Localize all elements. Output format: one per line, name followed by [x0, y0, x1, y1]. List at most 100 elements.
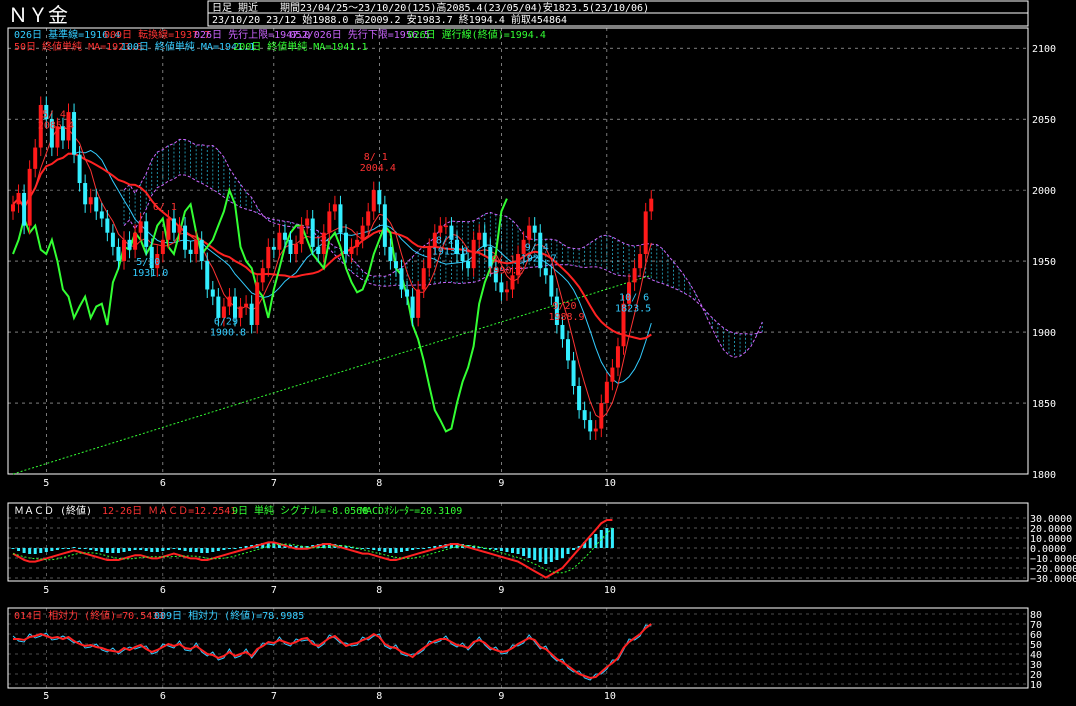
macd-bar [239, 547, 243, 548]
candle-body [477, 232, 482, 240]
annotation-date: 6/ 1 [153, 202, 177, 213]
macd-bar [499, 548, 503, 551]
macd-bar [83, 548, 87, 549]
candle-body [360, 225, 365, 240]
conversion-line [12, 127, 652, 420]
candle-body [615, 346, 620, 368]
macd-bar [61, 548, 65, 549]
macd-bar [560, 548, 564, 558]
annotation-date: 10/ 6 [619, 292, 649, 303]
macd-bar [400, 548, 403, 552]
candle-body [210, 289, 215, 297]
candle-body [116, 246, 121, 262]
candle-body [560, 324, 565, 340]
lagging-span-line [12, 186, 508, 433]
candle-body [144, 221, 149, 247]
candle-body [504, 289, 509, 293]
annotation-price: 1900.8 [210, 328, 246, 339]
macd-bar [200, 548, 204, 553]
header-ohlc-info: 23/10/20 23/12 始1988.0 高2009.2 安1983.7 終… [212, 13, 567, 26]
macd-bar [605, 528, 609, 548]
macd-bar [422, 548, 426, 549]
y-tick-label: 1950 [1032, 257, 1056, 268]
macd-bar [549, 548, 553, 562]
candle-body [294, 244, 299, 254]
macd-bar [211, 548, 215, 552]
x-month-label: 10 [604, 478, 616, 489]
candle-body [532, 225, 537, 233]
y-tick-label: 1900 [1032, 328, 1056, 339]
candle-body [388, 246, 393, 262]
macd-bar [161, 548, 165, 551]
legend-item: 200日 終値単純 MA=1941.1 [233, 40, 367, 53]
ma100-line [12, 149, 652, 384]
y-tick-label: 2100 [1032, 44, 1056, 55]
macd-bar [17, 548, 21, 551]
candle-body [288, 239, 293, 254]
candle-body [160, 239, 165, 254]
y-tick-label: 2050 [1032, 115, 1056, 126]
annotation-price: 1990.2 [487, 265, 523, 276]
macd-osc-label: MACDｵｼﾚｰﾀｰ=20.3109 [360, 505, 462, 517]
macd-bar [555, 548, 559, 560]
macd-bar [566, 548, 570, 554]
macd-month-label: 6 [160, 585, 166, 596]
macd-bar [94, 548, 98, 551]
candlesticks [11, 96, 654, 440]
candle-body [332, 204, 337, 212]
macd-bar [216, 548, 220, 551]
y-tick-label: 1850 [1032, 399, 1056, 410]
candle-body [527, 225, 532, 240]
candle-body [77, 154, 82, 184]
macd-bar [172, 548, 176, 549]
annotation-price: 1823.5 [615, 303, 651, 314]
macd-bar [205, 548, 209, 553]
candle-body [632, 268, 637, 283]
candle-body [382, 204, 387, 247]
annotation-price: 1988.9 [548, 312, 584, 323]
candle-body [543, 268, 548, 276]
macd-bar [222, 548, 226, 550]
macd-bar [39, 548, 43, 553]
annotation-date: 9/20 [552, 301, 576, 312]
rsi-month-label: 6 [160, 691, 166, 702]
macd-bar [383, 548, 387, 552]
macd-bar [111, 548, 115, 553]
candle-body [233, 296, 237, 318]
y-tick-label: 1800 [1032, 470, 1056, 481]
macd-month-axis: 5 6 7 8 9 10 [43, 585, 616, 596]
macd-bar [505, 548, 509, 552]
macd-bar [494, 548, 498, 550]
candle-body [421, 268, 426, 290]
macd-bar [599, 530, 603, 548]
macd-bar [72, 547, 76, 548]
legend-row-1: 026日 基準線=1916.4009日 転換線=1937.7026日 先行上限=… [14, 28, 546, 41]
candle-body [571, 360, 576, 386]
candle-body [88, 197, 93, 205]
candle-body [310, 218, 315, 247]
macd-bar [194, 548, 198, 552]
candle-body [255, 282, 260, 325]
candle-body [249, 303, 254, 325]
candle-body [377, 190, 382, 205]
macd-bar [610, 528, 614, 548]
candle-body [588, 420, 593, 432]
legend-item: 026日 遅行線(終値)=1994.4 [408, 28, 546, 41]
macd-bar [189, 548, 193, 552]
rsi-month-label: 8 [376, 691, 382, 702]
candle-body [316, 246, 321, 254]
candle-body [599, 403, 604, 429]
macd-bar [155, 548, 159, 552]
candle-body [338, 204, 343, 233]
annotation-price: 1913.8 [432, 247, 468, 258]
macd-month-label: 5 [43, 585, 49, 596]
macd-bar [416, 548, 420, 549]
candle-body [638, 254, 643, 269]
macd-value-label: 12-26日 ＭＡＣＤ=12.2541 [102, 506, 236, 517]
header-period-info: 期間23/04/25〜23/10/20(125)高2085.4(23/05/04… [280, 1, 649, 14]
annotation-price: 2085.4 [38, 121, 74, 132]
rsi-month-label: 7 [271, 691, 277, 702]
candle-body [83, 183, 88, 205]
candle-body [649, 198, 654, 212]
candle-body [171, 218, 176, 233]
